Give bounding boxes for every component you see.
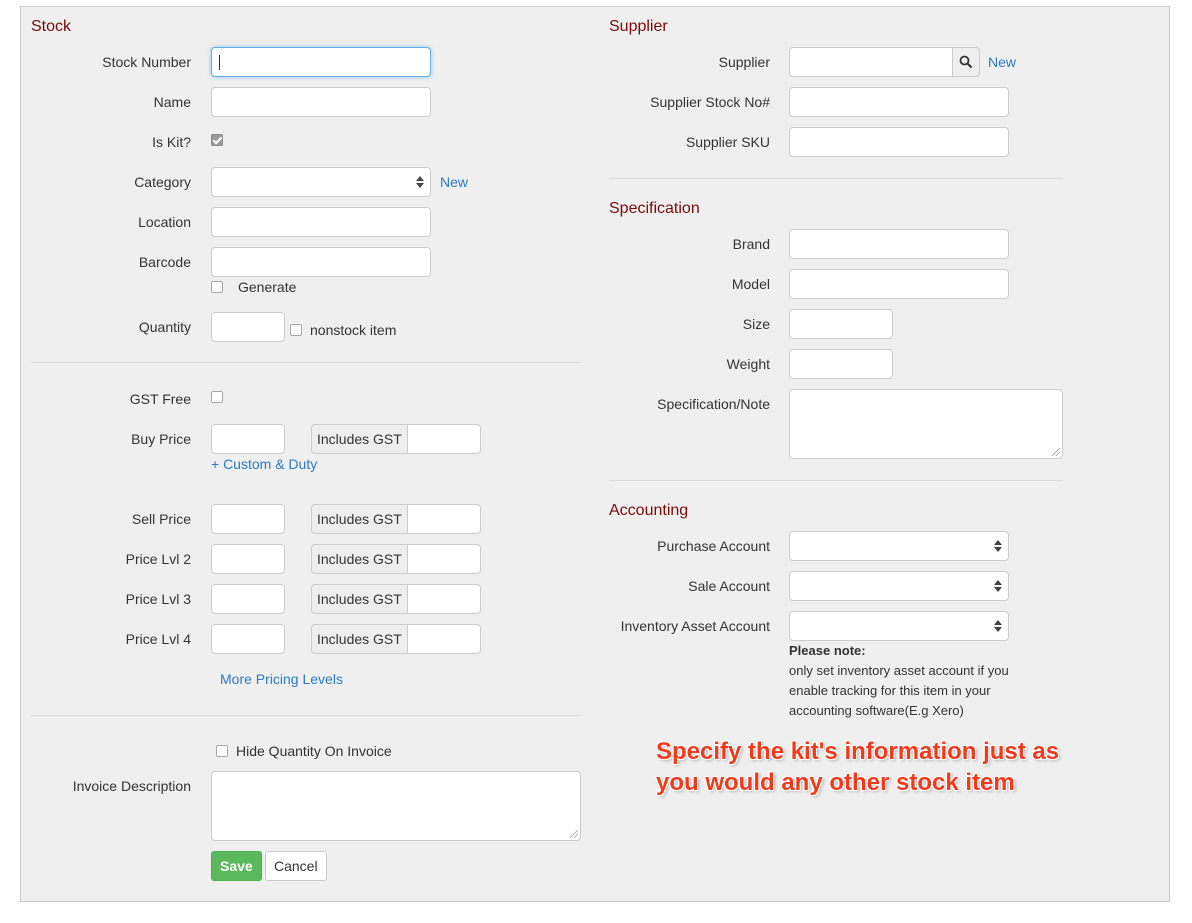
price-lvl2-label: Price Lvl 2: [125, 551, 191, 567]
includes-gst-addon: Includes GST: [311, 584, 408, 614]
includes-gst-addon: Includes GST: [311, 544, 408, 574]
includes-gst-addon: Includes GST: [311, 624, 408, 654]
accounting-heading: Accounting: [609, 502, 689, 519]
supplier-stock-no-label: Supplier Stock No#: [650, 94, 770, 110]
price-lvl3-gst-input[interactable]: [407, 584, 481, 614]
category-label: Category: [134, 174, 191, 190]
sale-account-select[interactable]: [789, 571, 1009, 601]
barcode-input[interactable]: [211, 247, 431, 277]
price-lvl4-gst-input[interactable]: [407, 624, 481, 654]
is-kit-label: Is Kit?: [152, 134, 191, 150]
section-divider: [609, 480, 1063, 481]
text-caret: [219, 55, 220, 70]
price-lvl2-input[interactable]: [211, 544, 285, 574]
category-new-link[interactable]: New: [440, 174, 468, 190]
search-icon: [959, 55, 973, 69]
hide-quantity-label: Hide Quantity On Invoice: [236, 743, 392, 759]
select-arrows-icon: [994, 537, 1002, 555]
price-lvl3-input[interactable]: [211, 584, 285, 614]
model-input[interactable]: [789, 269, 1009, 299]
sell-price-input[interactable]: [211, 504, 285, 534]
price-lvl4-gst-group: Includes GST: [311, 624, 481, 654]
buy-price-input[interactable]: [211, 424, 285, 454]
generate-label: Generate: [238, 279, 297, 295]
inventory-asset-account-select[interactable]: [789, 611, 1009, 641]
stock-number-input[interactable]: [211, 47, 431, 77]
callout-line-1: Specify the kit's information just as: [656, 738, 1060, 765]
supplier-search-button[interactable]: [952, 47, 980, 77]
callout-line-2: you would any other stock item: [656, 769, 1015, 796]
price-lvl3-label: Price Lvl 3: [125, 591, 191, 607]
location-input[interactable]: [211, 207, 431, 237]
please-note-title: Please note:: [789, 643, 866, 658]
buy-price-gst-input[interactable]: [407, 424, 481, 454]
brand-input[interactable]: [789, 229, 1009, 259]
barcode-label: Barcode: [138, 254, 191, 270]
gst-free-label: GST Free: [129, 391, 191, 407]
resize-grip-icon[interactable]: [570, 830, 578, 838]
supplier-stock-no-input[interactable]: [789, 87, 1009, 117]
price-lvl2-gst-input[interactable]: [407, 544, 481, 574]
buy-price-gst-group: Includes GST: [311, 424, 481, 454]
supplier-sku-input[interactable]: [789, 127, 1009, 157]
specification-note-textarea[interactable]: [789, 389, 1063, 459]
hide-quantity-checkbox[interactable]: [216, 745, 228, 757]
quantity-input[interactable]: [211, 312, 285, 342]
resize-grip-icon[interactable]: [1052, 448, 1060, 456]
weight-label: Weight: [726, 356, 770, 372]
name-input[interactable]: [211, 87, 431, 117]
is-kit-checkbox[interactable]: [211, 134, 223, 146]
select-arrows-icon: [416, 173, 424, 191]
more-pricing-levels-link[interactable]: More Pricing Levels: [220, 671, 343, 687]
nonstock-checkbox[interactable]: [290, 324, 302, 336]
sale-account-label: Sale Account: [688, 578, 770, 594]
custom-duty-link[interactable]: + Custom & Duty: [211, 456, 317, 472]
generate-checkbox[interactable]: [211, 281, 223, 293]
supplier-new-link[interactable]: New: [988, 54, 1016, 70]
purchase-account-label: Purchase Account: [657, 538, 770, 554]
select-arrows-icon: [994, 577, 1002, 595]
nonstock-label: nonstock item: [310, 322, 397, 338]
brand-label: Brand: [732, 236, 770, 252]
price-lvl4-label: Price Lvl 4: [125, 631, 191, 647]
weight-input[interactable]: [789, 349, 893, 379]
invoice-description-label: Invoice Description: [72, 778, 191, 794]
select-arrows-icon: [994, 617, 1002, 635]
purchase-account-select[interactable]: [789, 531, 1009, 561]
specification-note-label: Specification/Note: [657, 396, 770, 412]
stock-number-label: Stock Number: [102, 54, 191, 70]
price-lvl2-gst-group: Includes GST: [311, 544, 481, 574]
location-label: Location: [138, 214, 191, 230]
supplier-label: Supplier: [718, 54, 770, 70]
supplier-sku-label: Supplier SKU: [685, 134, 770, 150]
specification-heading: Specification: [609, 200, 700, 217]
supplier-input[interactable]: [789, 47, 953, 77]
section-divider: [609, 178, 1063, 179]
model-label: Model: [731, 276, 770, 292]
sell-price-gst-input[interactable]: [407, 504, 481, 534]
inventory-asset-account-label: Inventory Asset Account: [620, 618, 770, 634]
quantity-label: Quantity: [138, 319, 191, 335]
supplier-heading: Supplier: [609, 18, 668, 35]
invoice-description-textarea[interactable]: [211, 771, 581, 841]
price-lvl3-gst-group: Includes GST: [311, 584, 481, 614]
size-label: Size: [742, 316, 770, 332]
gst-free-checkbox[interactable]: [211, 391, 223, 403]
name-label: Name: [153, 94, 191, 110]
stock-heading: Stock: [31, 18, 72, 35]
please-note-text: only set inventory asset account if you …: [789, 663, 1009, 718]
cancel-button[interactable]: Cancel: [265, 851, 327, 881]
section-divider: [31, 362, 581, 363]
section-divider: [31, 715, 581, 716]
includes-gst-addon: Includes GST: [311, 504, 408, 534]
sell-price-gst-group: Includes GST: [311, 504, 481, 534]
includes-gst-addon: Includes GST: [311, 424, 408, 454]
buy-price-label: Buy Price: [131, 431, 191, 447]
size-input[interactable]: [789, 309, 893, 339]
price-lvl4-input[interactable]: [211, 624, 285, 654]
sell-price-label: Sell Price: [131, 511, 191, 527]
save-button[interactable]: Save: [211, 851, 262, 881]
category-select[interactable]: [211, 167, 431, 197]
